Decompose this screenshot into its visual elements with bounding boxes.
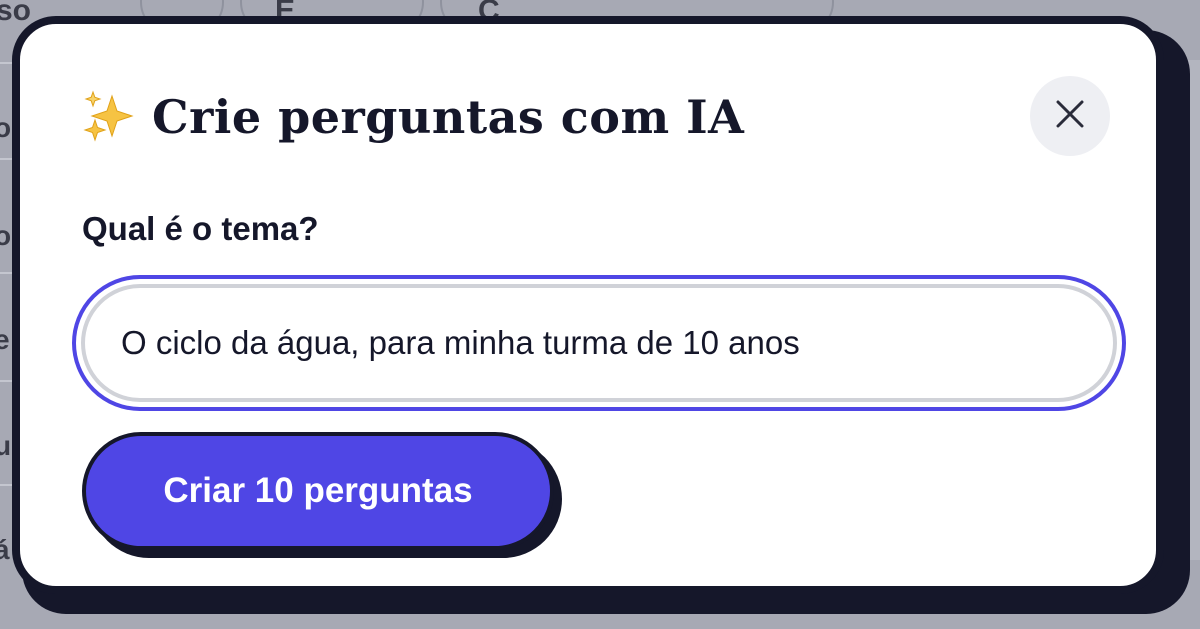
topic-label: Qual é o tema? xyxy=(82,210,319,247)
create-questions-button[interactable]: Criar 10 perguntas xyxy=(82,432,554,550)
dialog-title-text: Crie perguntas com IA xyxy=(152,90,745,144)
ai-questions-dialog: Crie perguntas com IA Qual é o tema? Cri… xyxy=(12,16,1164,594)
topic-input[interactable] xyxy=(81,284,1117,402)
close-button[interactable] xyxy=(1030,76,1110,156)
page: so E C o o e u á Crie perguntas com IA Q… xyxy=(0,0,1200,629)
topic-input-focus-ring xyxy=(72,275,1126,411)
sparkles-icon xyxy=(82,90,136,144)
dialog-title: Crie perguntas com IA xyxy=(82,90,744,144)
close-icon xyxy=(1054,98,1086,134)
